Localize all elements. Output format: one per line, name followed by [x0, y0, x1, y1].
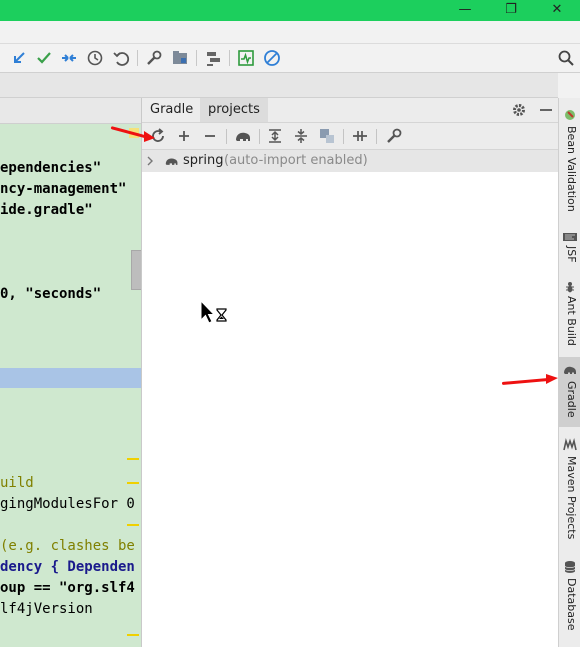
maven-icon: [563, 438, 577, 451]
annotation-arrowhead: [144, 131, 155, 142]
database-icon: [564, 561, 576, 573]
code-line: gingModulesFor 0: [0, 496, 135, 512]
toolbar-separator: [137, 50, 138, 66]
code-line: ncy-management": [0, 181, 127, 197]
project-name: spring: [183, 153, 224, 168]
tab-projects[interactable]: projects: [200, 98, 268, 122]
code-line: oup == "org.slf4: [0, 580, 135, 596]
editor-tab-strip: [0, 98, 141, 124]
code-line: 0, "seconds": [0, 286, 102, 302]
sidebar-item-jsf[interactable]: JSF: [559, 226, 580, 268]
restore-button[interactable]: ❐: [488, 0, 534, 21]
gradle-tool-window: Gradle projects spring (auto-import enab…: [110, 98, 559, 647]
sidebar-item-label: Maven Projects: [565, 456, 578, 540]
collapse-all-icon[interactable]: [291, 126, 311, 146]
close-button[interactable]: ✕: [534, 0, 580, 21]
editor-code-area[interactable]: ependencies" ncy-management" ide.gradle"…: [0, 124, 141, 647]
code-line: ide.gradle": [0, 202, 93, 218]
sidebar-item-label: Database: [565, 578, 578, 631]
expand-all-icon[interactable]: [265, 126, 285, 146]
sidebar-item-maven-projects[interactable]: Maven Projects: [559, 436, 580, 540]
gutter-marker: [127, 482, 139, 484]
build-settings-icon[interactable]: [384, 126, 404, 146]
menu-strip: [0, 21, 580, 44]
vcs-update-icon[interactable]: [9, 48, 29, 68]
main-toolbar: [0, 44, 580, 73]
sidebar-item-label: Bean Validation: [565, 126, 578, 212]
stop-icon[interactable]: [262, 48, 282, 68]
tree-node-spring[interactable]: spring (auto-import enabled): [142, 150, 559, 172]
current-line-highlight: [0, 368, 141, 388]
sidebar-item-label: JSF: [565, 246, 578, 263]
run-monitor-icon[interactable]: [236, 48, 256, 68]
gradle-elephant-icon[interactable]: [233, 126, 253, 146]
sidebar-item-ant-build[interactable]: Ant Build: [559, 276, 580, 350]
toolbar-separator: [226, 129, 227, 144]
vcs-commit-icon[interactable]: [34, 48, 54, 68]
code-editor[interactable]: ependencies" ncy-management" ide.gradle"…: [0, 98, 141, 647]
title-bar: — ❐ ✕: [0, 0, 580, 21]
history-icon[interactable]: [85, 48, 105, 68]
bean-validation-icon: [565, 110, 575, 120]
auto-import-status: (auto-import enabled): [224, 153, 368, 168]
sidebar-item-label: Ant Build: [565, 296, 578, 346]
toolbar-separator: [196, 50, 197, 66]
tool-window-header-band: [0, 73, 558, 98]
sidebar-item-gradle[interactable]: Gradle: [559, 357, 580, 427]
jsf-icon: [563, 233, 577, 241]
gradle-header: Gradle projects: [142, 98, 559, 123]
toolbar-separator: [343, 129, 344, 144]
tab-gradle[interactable]: Gradle: [142, 98, 201, 122]
sdk-manager-icon[interactable]: [203, 48, 223, 68]
annotation-arrowhead: [546, 374, 558, 384]
toggle-offline-icon[interactable]: [350, 126, 370, 146]
project-structure-icon[interactable]: [170, 48, 190, 68]
gradle-elephant-icon: [564, 366, 576, 374]
code-line: lf4jVersion: [0, 601, 93, 617]
minimize-button[interactable]: —: [442, 0, 488, 21]
annotation-arrow: [501, 377, 550, 385]
gradle-elephant-icon: [165, 158, 178, 165]
settings-wrench-icon[interactable]: [144, 48, 164, 68]
ant-icon: [566, 282, 574, 293]
code-line: uild: [0, 475, 34, 491]
code-line: (e.g. clashes be: [0, 538, 135, 554]
group-modules-icon[interactable]: [317, 126, 337, 146]
gutter-marker: [127, 634, 139, 636]
add-icon[interactable]: [174, 126, 194, 146]
right-tool-stripe: Bean Validation JSF Ant Build Gradle Mav…: [558, 98, 580, 647]
gutter-marker: [127, 458, 139, 460]
sidebar-item-database[interactable]: Database: [559, 558, 580, 638]
compare-icon[interactable]: [59, 48, 79, 68]
remove-icon[interactable]: [200, 126, 220, 146]
toolbar-separator: [259, 129, 260, 144]
hide-icon[interactable]: [538, 102, 554, 118]
busy-cursor-icon: [200, 300, 227, 324]
toolbar-separator: [376, 129, 377, 144]
toolbar-separator: [229, 50, 230, 66]
chevron-right-icon[interactable]: [145, 156, 155, 166]
gradle-toolbar: [142, 123, 559, 150]
gear-icon[interactable]: [511, 102, 527, 118]
code-line: ependencies": [0, 160, 102, 176]
revert-icon[interactable]: [111, 48, 131, 68]
gutter-marker: [127, 524, 139, 526]
code-line: dency { Dependen: [0, 559, 135, 575]
sidebar-item-label: Gradle: [565, 381, 578, 418]
sidebar-item-bean-validation[interactable]: Bean Validation: [559, 104, 580, 220]
search-icon[interactable]: [556, 48, 576, 68]
